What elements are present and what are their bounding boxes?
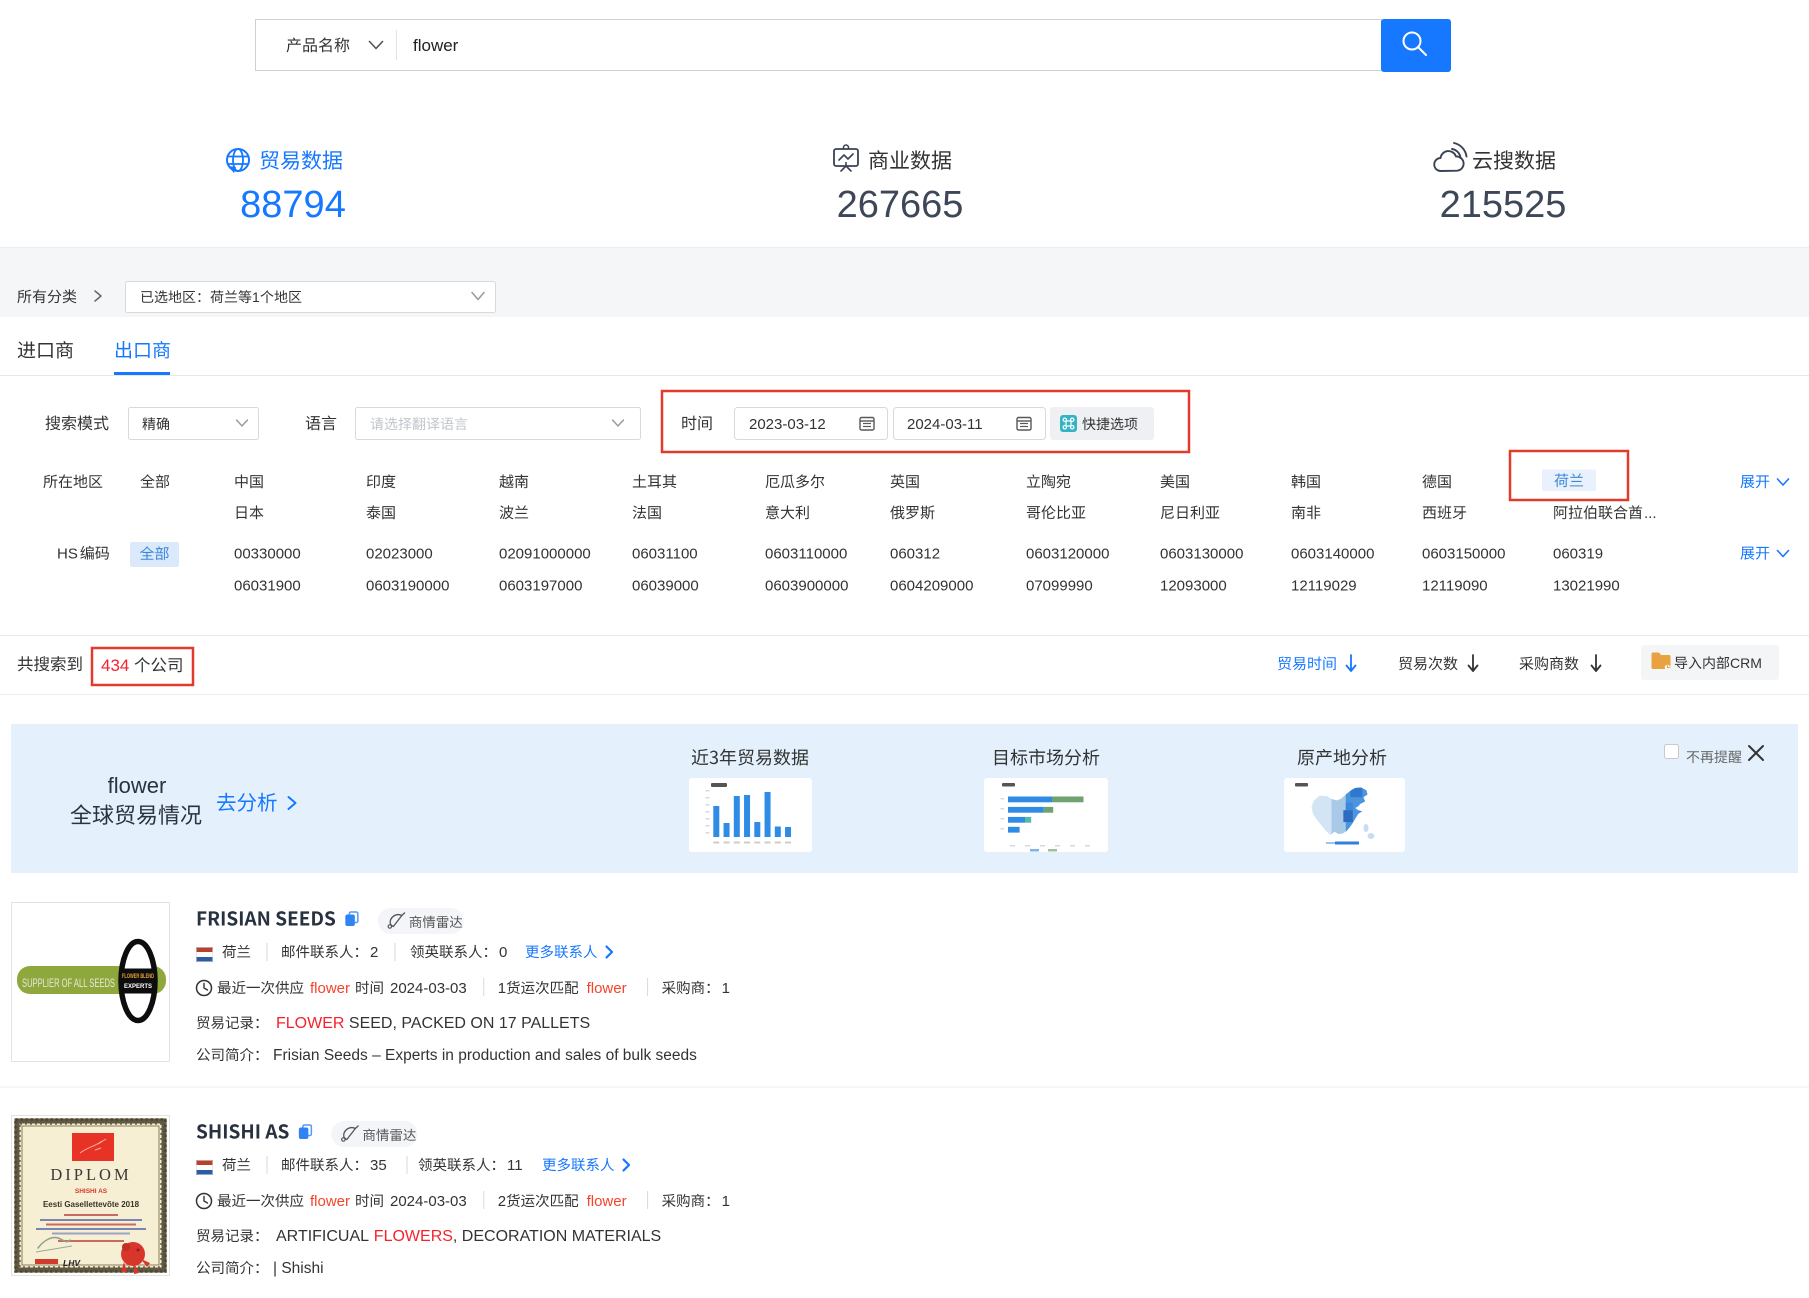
svg-text:0603120000: 0603120000 <box>1026 546 1109 563</box>
svg-text:06031100: 06031100 <box>632 546 698 563</box>
svg-text:2024-03-03: 2024-03-03 <box>390 1193 467 1210</box>
svg-text:06039000: 06039000 <box>632 578 699 595</box>
svg-text:| Shishi: | Shishi <box>273 1260 324 1277</box>
svg-text:ARTIFICUAL: ARTIFICUAL <box>276 1228 369 1245</box>
svg-text:FLOWERS: FLOWERS <box>374 1228 453 1245</box>
svg-text:Eesti Gasellettevõte 2018: Eesti Gasellettevõte 2018 <box>43 1200 140 1209</box>
svg-text:0603130000: 0603130000 <box>1160 546 1243 563</box>
svg-text:1: 1 <box>498 980 506 997</box>
svg-text:0603900000: 0603900000 <box>765 578 848 595</box>
svg-text:02091000000: 02091000000 <box>499 546 591 563</box>
svg-text:060312: 060312 <box>890 546 940 563</box>
svg-text:Frisian Seeds – Experts in pro: Frisian Seeds – Experts in production an… <box>273 1047 697 1064</box>
svg-text:060319: 060319 <box>1553 546 1603 563</box>
svg-text:2: 2 <box>370 944 378 961</box>
svg-text:0603150000: 0603150000 <box>1422 546 1505 563</box>
svg-text:CRM: CRM <box>1730 655 1762 671</box>
svg-text:88794: 88794 <box>240 184 346 226</box>
svg-text:, DECORATION MATERIALS: , DECORATION MATERIALS <box>453 1228 661 1245</box>
svg-text:0603190000: 0603190000 <box>366 578 449 595</box>
svg-text:2: 2 <box>498 1193 506 1210</box>
svg-text:06031900: 06031900 <box>234 578 301 595</box>
svg-text:flower: flower <box>310 1193 350 1210</box>
svg-text:2024-03-11: 2024-03-11 <box>907 416 983 433</box>
svg-text:434: 434 <box>101 656 129 675</box>
svg-text:SEED, PACKED ON 17 PALLETS: SEED, PACKED ON 17 PALLETS <box>349 1015 590 1032</box>
svg-text:flower: flower <box>108 773 167 798</box>
svg-text:2024-03-03: 2024-03-03 <box>390 980 467 997</box>
svg-text:DIPLOM: DIPLOM <box>50 1165 131 1184</box>
svg-text:0603110000: 0603110000 <box>765 546 847 563</box>
svg-text:07099990: 07099990 <box>1026 578 1093 595</box>
svg-text:flower: flower <box>413 36 459 55</box>
svg-text:12119090: 12119090 <box>1422 578 1488 595</box>
svg-text:13021990: 13021990 <box>1553 578 1620 595</box>
svg-text:00330000: 00330000 <box>234 546 301 563</box>
svg-text:flower: flower <box>587 1193 627 1210</box>
svg-text:1: 1 <box>252 289 260 305</box>
svg-text:1: 1 <box>722 1193 730 1210</box>
svg-text:0603197000: 0603197000 <box>499 578 582 595</box>
svg-text:2023-03-12: 2023-03-12 <box>749 416 826 433</box>
svg-text:...: ... <box>1644 505 1657 522</box>
svg-text:FLOWER BLEND: FLOWER BLEND <box>122 974 154 980</box>
svg-text:0: 0 <box>499 944 507 961</box>
svg-text:EXPERTS: EXPERTS <box>124 984 152 990</box>
svg-text:12093000: 12093000 <box>1160 578 1227 595</box>
svg-text:0604209000: 0604209000 <box>890 578 973 595</box>
svg-text:flower: flower <box>587 980 627 997</box>
svg-text:HS: HS <box>57 546 78 563</box>
svg-text:0603140000: 0603140000 <box>1291 546 1374 563</box>
svg-text:12119029: 12119029 <box>1291 578 1357 595</box>
svg-text:FLOWER: FLOWER <box>276 1015 344 1032</box>
svg-text:SHISHI AS: SHISHI AS <box>75 1188 108 1195</box>
svg-text:02023000: 02023000 <box>366 546 433 563</box>
svg-text:flower: flower <box>310 980 350 997</box>
svg-text:1: 1 <box>722 980 730 997</box>
svg-text:LHV: LHV <box>63 1258 81 1268</box>
svg-text:215525: 215525 <box>1440 184 1567 226</box>
svg-text:267665: 267665 <box>837 184 964 226</box>
svg-text:35: 35 <box>370 1157 387 1174</box>
svg-text:SUPPLIER OF ALL SEEDS: SUPPLIER OF ALL SEEDS <box>22 976 115 990</box>
svg-text:11: 11 <box>507 1157 523 1174</box>
